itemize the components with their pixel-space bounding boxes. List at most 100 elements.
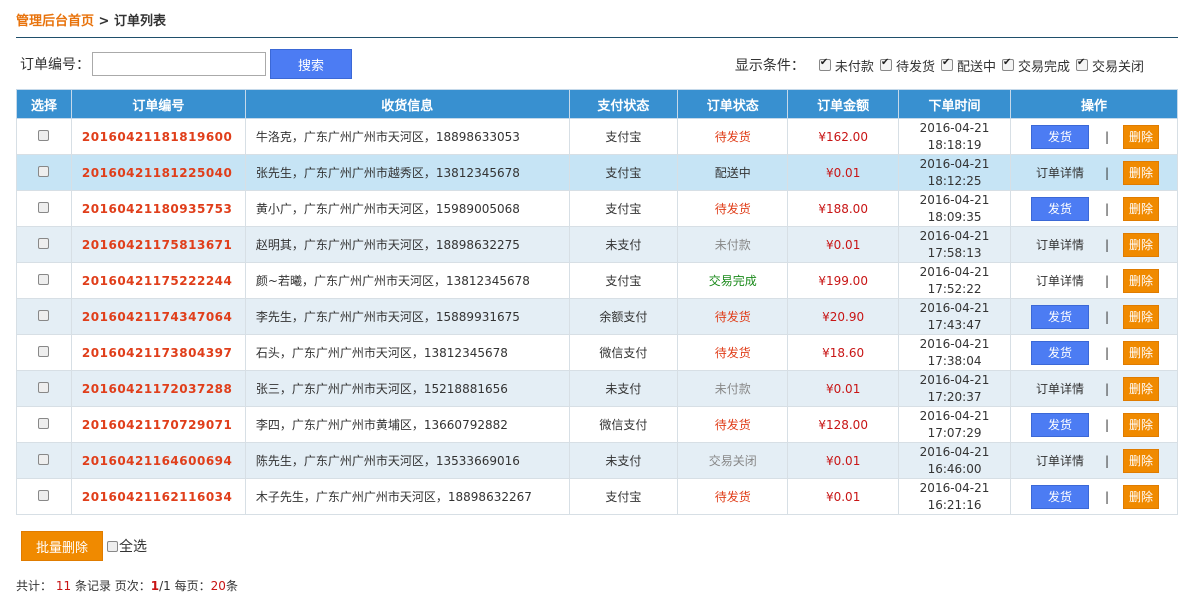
order-detail-link[interactable]: 订单详情 <box>1036 452 1084 469</box>
filter-shipping-checkbox[interactable] <box>940 57 953 71</box>
order-number-label: 订单编号： <box>20 57 90 73</box>
delete-button[interactable]: 删除 <box>1123 268 1160 293</box>
order-amount: ¥0.01 <box>787 226 900 263</box>
table-row[interactable]: 20160421174347064 李先生，广东广州广州市天河区，15889931… <box>16 298 1178 335</box>
row-actions: 订单详情 | 删除 <box>1010 442 1178 479</box>
order-amount: ¥128.00 <box>787 406 900 443</box>
ship-button[interactable]: 发货 <box>1030 484 1089 509</box>
breadcrumb-home-link[interactable]: 管理后台首页 <box>16 14 94 29</box>
filter-closed-checkbox[interactable] <box>1075 57 1088 71</box>
order-detail-link[interactable]: 订单详情 <box>1036 272 1084 289</box>
select-all[interactable]: 全选 <box>107 536 147 556</box>
select-all-checkbox[interactable] <box>107 540 118 552</box>
ship-button[interactable]: 发货 <box>1030 196 1089 221</box>
order-number[interactable]: 20160421162116034 <box>70 478 246 515</box>
order-number[interactable]: 20160421175813671 <box>70 226 246 263</box>
order-number[interactable]: 20160421173804397 <box>70 334 246 371</box>
table-row[interactable]: 20160421170729071 李四，广东广州广州市黄埔区，136607928… <box>16 406 1178 443</box>
order-number[interactable]: 20160421170729071 <box>70 406 246 443</box>
order-status: 待发货 <box>677 190 789 227</box>
ship-button[interactable]: 发货 <box>1030 304 1089 329</box>
order-status: 待发货 <box>677 478 789 515</box>
filter-shipping[interactable]: 配送中 <box>940 56 996 75</box>
ship-button[interactable]: 发货 <box>1030 412 1089 437</box>
table-row[interactable]: 20160421175222244 颜~若曦，广东广州广州市天河区，1381234… <box>16 262 1178 299</box>
order-clock: 17:43:47 <box>927 317 982 332</box>
order-clock: 16:21:16 <box>927 497 982 512</box>
delete-button[interactable]: 删除 <box>1123 124 1160 149</box>
row-checkbox[interactable] <box>38 273 50 285</box>
delete-button[interactable]: 删除 <box>1123 484 1160 509</box>
order-detail-link[interactable]: 订单详情 <box>1036 380 1084 397</box>
ship-button[interactable]: 发货 <box>1030 124 1089 149</box>
table-row[interactable]: 20160421164600694 陈先生，广东广州广州市天河区，13533669… <box>16 442 1178 479</box>
row-checkbox[interactable] <box>38 381 50 393</box>
delete-button[interactable]: 删除 <box>1123 412 1160 437</box>
order-number[interactable]: 20160421181225040 <box>70 154 246 191</box>
table-row[interactable]: 20160421172037288 张三，广东广州广州市天河区，152188816… <box>16 370 1178 407</box>
search-bar: 订单编号： 搜索 <box>20 49 352 79</box>
table-row[interactable]: 20160421162116034 木子先生，广东广州广州市天河区，1889863… <box>16 478 1178 515</box>
table-row[interactable]: 20160421175813671 赵明其，广东广州广州市天河区，18898632… <box>16 226 1178 263</box>
order-number[interactable]: 20160421174347064 <box>70 298 246 335</box>
delete-button[interactable]: 删除 <box>1123 376 1160 401</box>
filter-unpaid[interactable]: 未付款 <box>818 56 874 75</box>
delete-button[interactable]: 删除 <box>1123 304 1160 329</box>
order-amount: ¥18.60 <box>787 334 900 371</box>
table-row[interactable]: 20160421181819600 牛洛克，广东广州广州市天河区，18898633… <box>16 118 1178 155</box>
row-actions: 发货 | 删除 <box>1010 118 1178 155</box>
payment-status: 未支付 <box>568 370 679 407</box>
table-row[interactable]: 20160421181225040 张先生，广东广州广州市越秀区，13812345… <box>16 154 1178 191</box>
row-checkbox[interactable] <box>38 129 50 141</box>
payment-status: 余额支付 <box>568 298 679 335</box>
row-checkbox[interactable] <box>38 165 50 177</box>
filter-completed[interactable]: 交易完成 <box>1001 56 1070 75</box>
order-number[interactable]: 20160421181819600 <box>70 118 246 155</box>
table-row[interactable]: 20160421180935753 黄小广，广东广州广州市天河区，15989005… <box>16 190 1178 227</box>
order-number-input[interactable] <box>92 52 266 76</box>
row-checkbox[interactable] <box>38 237 50 249</box>
order-number[interactable]: 20160421180935753 <box>70 190 246 227</box>
row-select-cell <box>16 442 72 479</box>
filter-pending-shipment[interactable]: 待发货 <box>879 56 935 75</box>
header-order-status: 订单状态 <box>677 89 789 119</box>
filter-pending-shipment-checkbox[interactable] <box>879 57 892 71</box>
row-actions: 发货 | 删除 <box>1010 334 1178 371</box>
shipping-info: 牛洛克，广东广州广州市天河区，18898633053 <box>244 118 570 155</box>
select-all-label: 全选 <box>119 539 147 555</box>
order-time: 2016-04-21 17:43:47 <box>898 298 1011 335</box>
order-number[interactable]: 20160421175222244 <box>70 262 246 299</box>
search-button[interactable]: 搜索 <box>270 49 352 79</box>
delete-button[interactable]: 删除 <box>1123 160 1160 185</box>
row-checkbox[interactable] <box>38 453 50 465</box>
row-checkbox[interactable] <box>38 201 50 213</box>
row-checkbox[interactable] <box>38 345 50 357</box>
row-checkbox[interactable] <box>38 309 50 321</box>
filter-completed-checkbox[interactable] <box>1001 57 1014 71</box>
filter-closed[interactable]: 交易关闭 <box>1075 56 1144 75</box>
table-row[interactable]: 20160421173804397 石头，广东广州广州市天河区，138123456… <box>16 334 1178 371</box>
order-detail-link[interactable]: 订单详情 <box>1036 236 1084 253</box>
order-number[interactable]: 20160421164600694 <box>70 442 246 479</box>
row-checkbox[interactable] <box>38 489 50 501</box>
order-number[interactable]: 20160421172037288 <box>70 370 246 407</box>
batch-delete-button[interactable]: 批量删除 <box>21 531 103 561</box>
row-select-cell <box>16 154 72 191</box>
order-time: 2016-04-21 17:58:13 <box>898 226 1011 263</box>
shipping-info: 颜~若曦，广东广州广州市天河区，13812345678 <box>244 262 570 299</box>
delete-button[interactable]: 删除 <box>1123 340 1160 365</box>
row-checkbox[interactable] <box>38 417 50 429</box>
order-detail-link[interactable]: 订单详情 <box>1036 164 1084 181</box>
ship-button[interactable]: 发货 <box>1030 340 1089 365</box>
delete-button[interactable]: 删除 <box>1123 232 1160 257</box>
filter-title: 显示条件： <box>734 58 805 74</box>
order-date: 2016-04-21 <box>919 264 990 279</box>
total-pages: /1 <box>159 579 171 593</box>
order-clock: 17:52:22 <box>927 281 982 296</box>
filter-unpaid-checkbox[interactable] <box>818 57 831 71</box>
row-select-cell <box>16 406 72 443</box>
delete-button[interactable]: 删除 <box>1123 448 1160 473</box>
orders-table: 选择 订单编号 收货信息 支付状态 订单状态 订单金额 下单时间 操作 2016… <box>16 89 1178 515</box>
payment-status: 支付宝 <box>568 118 679 155</box>
delete-button[interactable]: 删除 <box>1123 196 1160 221</box>
